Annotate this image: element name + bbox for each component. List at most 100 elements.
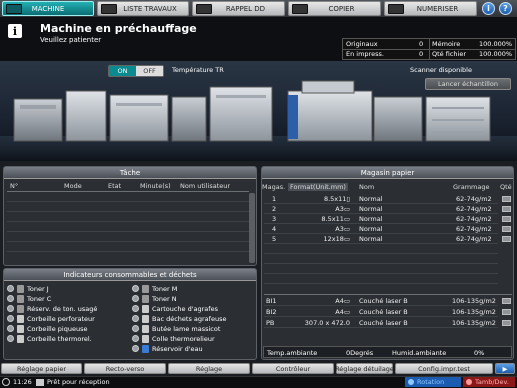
col-qty: Qté <box>500 183 512 191</box>
tab-copy[interactable]: COPIER <box>288 1 381 16</box>
tray-weight: 62-74g/m2 <box>456 195 492 203</box>
humidity-label: Humid.ambiante <box>392 349 447 357</box>
consumable-toner-m: Toner M <box>132 284 177 293</box>
tray-format: A4▭ <box>335 297 350 305</box>
col-weight: Grammage <box>453 183 490 191</box>
tray-weight: 106-135g/m2 <box>452 308 496 316</box>
file-qty-label: Qté fichier <box>432 50 466 58</box>
toggle-on[interactable]: ON <box>109 66 136 76</box>
sample-print-button[interactable]: Lancer échantillon <box>425 78 511 90</box>
tray-qty-indicator <box>502 309 511 315</box>
next-arrow-icon[interactable]: ▶ <box>495 363 515 374</box>
tray-format: A3▭ <box>335 225 350 233</box>
consumable-punch-waste: Corbeille perforateur <box>7 314 95 323</box>
tab-job-list-label: LISTE TRAVAUX <box>123 4 177 13</box>
printing-value: 0 <box>419 50 424 58</box>
tray-id: BI1 <box>266 297 277 305</box>
adjustment-button[interactable]: Réglage <box>168 363 250 374</box>
toggle-off[interactable]: OFF <box>136 66 163 76</box>
memory-label: Mémoire <box>432 40 461 48</box>
tray-id: 1 <box>272 195 277 203</box>
tray-qty-indicator <box>502 196 511 202</box>
tray-paper-name: Normal <box>359 195 383 203</box>
help-icon[interactable]: ? <box>499 2 512 15</box>
tab-machine[interactable]: MACHINE <box>2 1 94 16</box>
paper-tray-row[interactable]: 4 A3▭ Normal 62-74g/m2 <box>264 224 512 234</box>
col-number: N° <box>10 182 19 190</box>
tray-format: A4▭ <box>335 308 350 316</box>
consumables-title: Indicateurs consommables et déchets <box>4 269 256 281</box>
tray-id: 5 <box>272 235 277 243</box>
controller-button[interactable]: Contrôleur <box>252 363 334 374</box>
consumable-toner-y: Toner J <box>7 284 49 293</box>
consumable-staple-cartridge: Cartouche d'agrafes <box>132 304 218 313</box>
tray-weight: 62-74g/m2 <box>456 235 492 243</box>
tray-qty-indicator <box>502 216 511 222</box>
scan-icon <box>388 4 404 14</box>
tray-id: PB <box>266 319 275 327</box>
tab-scan-label: NUMERISER <box>416 4 459 13</box>
consumable-staple-waste: Corbeille piqueuse <box>7 324 87 333</box>
tray-id: 4 <box>272 225 277 233</box>
task-panel-title: Tâche <box>4 167 256 179</box>
scanner-status: Scanner disponible <box>410 66 472 74</box>
tab-hdd-recall-label: RAPPEL DD <box>225 4 266 13</box>
task-panel: Tâche N° Mode Etat Minute(s) Nom utilisa… <box>3 166 257 266</box>
tab-scan[interactable]: NUMERISER <box>384 1 477 16</box>
tray-format: A3▭ <box>335 205 350 213</box>
tray-format: 8.5x11▭ <box>321 215 350 223</box>
paper-tray-row[interactable]: 3 8.5x11▭ Normal 62-74g/m2 <box>264 214 512 224</box>
info-icon: i <box>8 24 22 38</box>
tray-paper-name: Couché laser B <box>359 308 408 316</box>
job-list-icon <box>101 4 117 14</box>
originals-value: 0 <box>419 40 424 48</box>
consumable-stapler-waste-tray: Bac déchets agrafeuse <box>132 314 226 323</box>
status-subtitle: Veuillez patienter <box>40 36 102 44</box>
consumable-binder-waste: Corbeille thermorel. <box>7 334 92 343</box>
tray-weight: 106-135g/m2 <box>452 319 496 327</box>
machine-illustration-area <box>0 61 517 161</box>
ambient-bar: Temp.ambiante 0Degrés Humid.ambiante 0% <box>263 346 512 358</box>
paper-tray-row[interactable]: 5 12x18▭ Normal 62-74g/m2 <box>264 234 512 244</box>
clock-icon <box>2 378 10 386</box>
task-scrollbar[interactable] <box>249 193 255 263</box>
tab-job-list[interactable]: LISTE TRAVAUX <box>97 1 189 16</box>
tr-temperature-toggle[interactable]: ON OFF <box>108 65 164 77</box>
bypass-tray-row[interactable]: PB 307.0 x 472.0 Couché laser B 106-135g/m2 <box>264 318 512 328</box>
decurl-button[interactable]: Réglage détuilage <box>335 363 394 374</box>
machine-icon <box>6 4 22 14</box>
status-title: Machine en préchauffage <box>40 22 197 35</box>
printer-icon <box>36 378 44 386</box>
consumable-trimmer-stop: Butée lame massicot <box>132 324 220 333</box>
tab-hdd-recall[interactable]: RAPPEL DD <box>192 1 285 16</box>
tray-paper-name: Couché laser B <box>359 297 408 305</box>
col-minutes: Minute(s) <box>140 182 171 190</box>
file-qty-value: 100.000% <box>479 50 513 58</box>
duplex-button[interactable]: Recto-verso <box>84 363 166 374</box>
paper-tray-row[interactable]: 2 A3▭ Normal 62-74g/m2 <box>264 204 512 214</box>
tab-copy-label: COPIER <box>328 4 355 13</box>
col-tray: Magas. <box>262 183 286 191</box>
tray-paper-name: Normal <box>359 205 383 213</box>
top-tab-bar: MACHINE LISTE TRAVAUX RAPPEL DD COPIER N… <box>0 0 517 17</box>
status-message: Prêt pour réception <box>36 377 110 387</box>
paper-setting-button[interactable]: Réglage papier <box>1 363 82 374</box>
paper-panel-title: Magasin papier <box>262 167 513 179</box>
temperature-label: Température TR <box>172 66 224 74</box>
tray-weight: 106-135g/m2 <box>452 297 496 305</box>
tray-paper-name: Normal <box>359 225 383 233</box>
tray-id: 2 <box>272 205 277 213</box>
test-print-config-button[interactable]: Config.impr.test <box>395 363 493 374</box>
paper-tray-row[interactable]: 1 8.5x11▯ Normal 62-74g/m2 <box>264 194 512 204</box>
tray-format: 8.5x11▯ <box>323 195 350 203</box>
bypass-tray-row[interactable]: BI2 A4▭ Couché laser B 106-135g/m2 <box>264 307 512 317</box>
tray-format: 307.0 x 472.0 <box>304 319 350 327</box>
tray-weight: 62-74g/m2 <box>456 215 492 223</box>
copy-icon <box>292 4 308 14</box>
consumable-waste-toner: Réserv. de ton. usagé <box>7 304 97 313</box>
consumable-binder-glue: Colle thermorelieur <box>132 334 215 343</box>
memory-value: 100.000% <box>479 40 513 48</box>
bypass-tray-row[interactable]: BI1 A4▭ Couché laser B 106-135g/m2 <box>264 296 512 306</box>
info-round-icon[interactable]: i <box>482 2 495 15</box>
consumable-water-tank: Réservoir d'eau <box>132 344 203 353</box>
